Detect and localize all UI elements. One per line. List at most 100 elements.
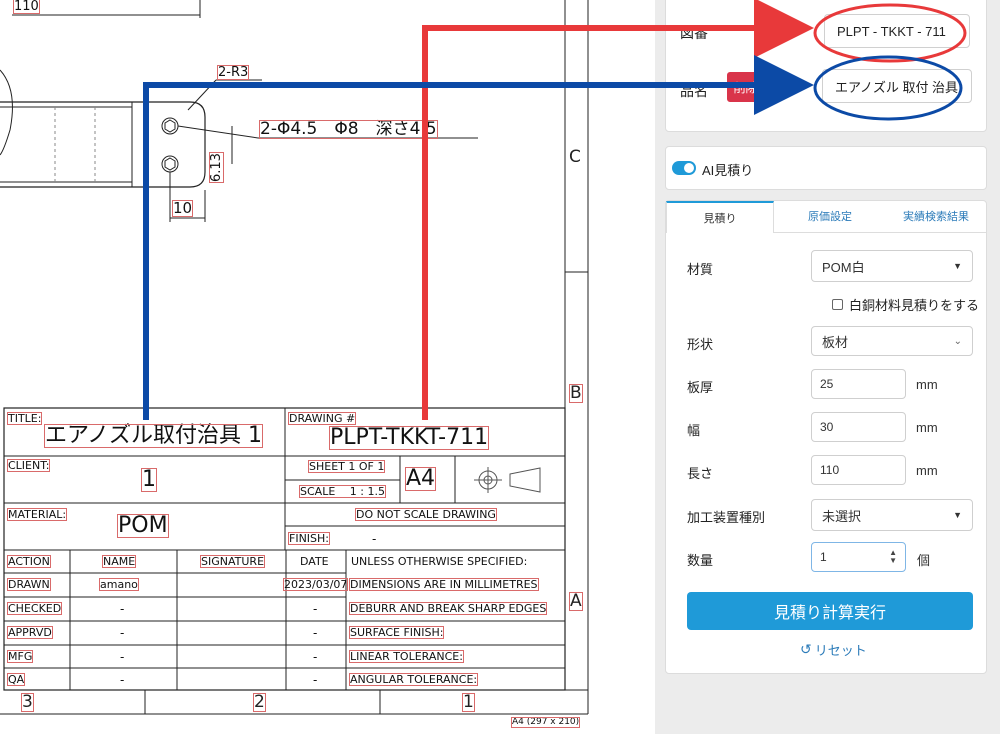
caret-down-icon: ▼ (953, 510, 962, 520)
material-select-value: POM白 (822, 259, 865, 275)
width-unit: mm (916, 420, 938, 435)
tab-cost-settings[interactable]: 原価設定 (774, 201, 886, 231)
length-label: 長さ (687, 466, 714, 481)
quantity-unit: 個 (917, 553, 931, 568)
drawing-number-value: PLPT-TKKT-711 (328, 425, 490, 450)
reset-label: リセット (814, 643, 867, 658)
column-2: 2 (253, 692, 266, 712)
copper-estimate-label: 白銅材料見積りをする (849, 298, 980, 313)
client-value: 1 (141, 467, 157, 492)
row-qa-action: QA (6, 673, 26, 686)
row-qa-name: - (120, 673, 125, 687)
no-scale-note: DO NOT SCALE DRAWING (355, 508, 497, 521)
machine-type-label: 加工装置種別 (687, 510, 766, 525)
row-mfg-name: - (120, 650, 125, 664)
ai-toggle-switch[interactable] (672, 161, 696, 175)
part-name-label: 品名 (680, 83, 708, 99)
quantity-stepper[interactable]: 1 ▲ ▼ (811, 542, 906, 572)
note-angular-tolerance: ANGULAR TOLERANCE: (348, 673, 479, 686)
row-drawn-date: 2023/03/07 (282, 578, 349, 591)
material-label: 材質 (687, 262, 714, 277)
zone-b: B (569, 383, 583, 403)
finish-value: - (372, 532, 377, 546)
top-dimension: 110 (13, 0, 40, 14)
delete-button[interactable]: 削除 (727, 72, 764, 102)
sheet-count: SHEET 1 OF 1 (307, 460, 386, 473)
hole-callout: 2-Φ4.5 Φ8 深さ4.5 (259, 119, 438, 139)
row-apprvd-date: - (313, 626, 318, 640)
shape-select[interactable]: 板材 ⌄ (811, 326, 973, 356)
part-name-field[interactable]: エアノズル 取付 治具 (822, 69, 972, 103)
zone-a: A (569, 591, 583, 611)
header-name: NAME (101, 555, 137, 568)
stepper-arrows-icon[interactable]: ▲ ▼ (889, 549, 897, 565)
client-label: CLIENT: (6, 459, 51, 472)
shape-label: 形状 (687, 337, 714, 352)
checkbox[interactable] (832, 299, 843, 310)
note-linear-tolerance: LINEAR TOLERANCE: (349, 650, 464, 663)
copper-estimate-option[interactable]: 白銅材料見積りをする (832, 295, 979, 314)
note-unless: UNLESS OTHERWISE SPECIFIED: (351, 555, 528, 568)
header-date: DATE (300, 555, 329, 568)
machine-type-value: 未選択 (822, 508, 862, 524)
machine-type-select[interactable]: 未選択 ▼ (811, 499, 973, 531)
header-action: ACTION (7, 555, 51, 568)
caret-down-icon: ▼ (953, 261, 962, 271)
thickness-input[interactable]: 25 (811, 369, 906, 399)
sheet-size-label: A4 (297 x 210) (510, 717, 581, 728)
row-apprvd-name: - (120, 626, 125, 640)
ai-toggle-label: AI見積り (702, 163, 754, 178)
column-3: 3 (21, 692, 34, 712)
edge-dimension: 10 (171, 199, 194, 217)
thickness-unit: mm (916, 377, 938, 392)
drawing-no-field[interactable]: PLPT - TKKT - 711 (824, 14, 970, 48)
chevron-down-icon: ⌄ (953, 335, 962, 347)
row-checked-date: - (313, 602, 318, 616)
note-surface-finish: SURFACE FINISH: (348, 626, 445, 639)
cad-drawing-view: 110 2-R3 2-Φ4.5 Φ8 深さ4.5 6.13 10 C B A 3… (0, 0, 655, 734)
quantity-value: 1 (820, 550, 827, 564)
estimate-form-card: 見積り 原価設定 実績検索結果 材質 POM白 ▼ 白銅材料見積りをする 形状 … (665, 200, 987, 674)
drawing-lines (0, 0, 589, 715)
drawing-number-label: DRAWING # (287, 412, 357, 425)
row-drawn-name: amano (99, 578, 139, 591)
width-label: 幅 (687, 423, 701, 438)
header-signature: SIGNATURE (199, 555, 266, 568)
tab-bar: 見積り 原価設定 実績検索結果 (666, 201, 986, 233)
row-checked-action: CHECKED (6, 602, 63, 615)
quantity-label: 数量 (687, 553, 714, 568)
tab-estimate[interactable]: 見積り (666, 201, 774, 233)
estimate-panel: 図番 PLPT - TKKT - 711 品名 削除 エアノズル 取付 治具 A… (655, 0, 1000, 734)
column-1: 1 (462, 692, 475, 712)
row-mfg-date: - (313, 650, 318, 664)
part-info-card: 図番 PLPT - TKKT - 711 品名 削除 エアノズル 取付 治具 (665, 0, 987, 132)
paper-size: A4 (404, 466, 437, 491)
shape-select-value: 板材 (822, 334, 849, 350)
title-value: エアノズル取付治具 1 (43, 423, 264, 448)
finish-label: FINISH: (287, 532, 331, 545)
row-mfg-action: MFG (6, 650, 34, 663)
length-input[interactable]: 110 (811, 455, 906, 485)
pitch-dimension: 6.13 (209, 150, 224, 185)
width-input[interactable]: 30 (811, 412, 906, 442)
row-apprvd-action: APPRVD (7, 626, 53, 639)
note-deburr: DEBURR AND BREAK SHARP EDGES (348, 602, 548, 615)
material-value: POM (117, 513, 169, 538)
length-unit: mm (916, 463, 938, 478)
reset-link[interactable]: ↺ リセット (800, 640, 867, 659)
drawing-no-label: 図番 (680, 25, 708, 41)
row-checked-name: - (120, 602, 125, 616)
row-qa-date: - (313, 673, 318, 687)
radius-label: 2-R3 (216, 65, 250, 80)
note-dimensions: DIMENSIONS ARE IN MILLIMETRES (349, 578, 539, 591)
run-estimate-button[interactable]: 見積り計算実行 (687, 592, 973, 630)
zone-c: C (569, 147, 581, 167)
material-label: MATERIAL: (6, 508, 68, 521)
row-drawn-action: DRAWN (7, 578, 51, 591)
tab-results[interactable]: 実績検索結果 (886, 201, 986, 231)
thickness-label: 板厚 (687, 380, 714, 395)
reset-icon: ↺ (800, 641, 812, 657)
ai-toggle-card: AI見積り (665, 146, 987, 190)
scale-value: SCALE 1 : 1.5 (299, 485, 386, 498)
material-select[interactable]: POM白 ▼ (811, 250, 973, 282)
